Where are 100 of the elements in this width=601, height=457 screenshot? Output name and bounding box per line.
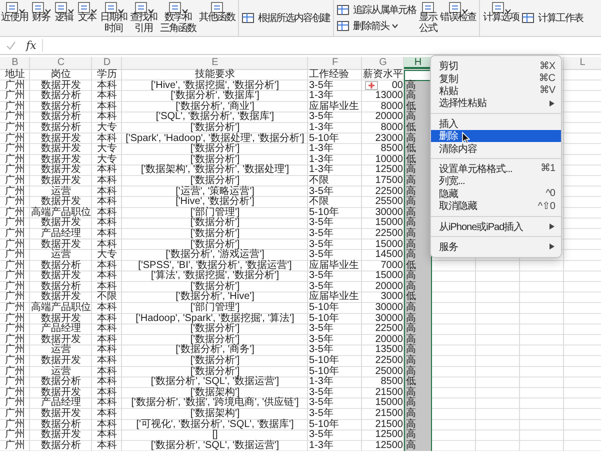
menu-item[interactable]: 剪切 ⌘X [431,60,561,72]
table-cell-text: 数据开发 [40,134,82,144]
table-cell-text: 本科 [96,134,118,144]
column-header[interactable]: C [30,57,92,69]
table-cell-text: 广州 [4,144,26,154]
column-header[interactable]: G [362,57,404,69]
column-header[interactable]: B [0,57,30,69]
ribbon-button[interactable]: 查找和引用 [129,0,158,36]
table-cell-text: ['数据分析', 'SQL', '数据运营'] [150,377,280,388]
table-icon [522,12,535,24]
table-cell-text: ['数据架构', '数据分析', '数据处理'] [140,165,290,176]
menu-item[interactable]: 取消隐藏 ^⇧0 [431,200,561,212]
table-cell-text: 数据分析 [40,282,82,292]
table-cell-text: 广州 [4,388,26,398]
table-cell: 低 [404,377,432,388]
ribbon-button[interactable]: 根据所选内容创建 [241,12,331,24]
table-cell-text: 1-3年 [308,122,334,133]
table-cell: 高 [404,91,432,102]
ribbon-button[interactable]: 数学和三角函数 [159,0,197,36]
table-cell-text: ['数据分析', '数据库'] [170,91,260,102]
table-cell-text: ['数据分析'] [189,218,241,228]
ribbon-button[interactable]: 删除箭头 [336,20,417,32]
table-cell-text: 本科 [96,324,118,334]
ribbon-button[interactable]: 计算工作表 [521,12,584,24]
table-cell: 12500 [374,440,404,452]
column-header[interactable]: H [404,57,432,69]
table-cell-text: 数据开发 [40,388,82,398]
table-icon [242,12,255,24]
table-cell-text: ['Spark', 'Hadoop', '数据处理', '数据分析'] [124,134,306,144]
table-cell-text: 广州 [4,122,26,133]
table-cell-text: 数据开发 [40,409,82,419]
table-cell-text: 本科 [96,366,118,377]
table-cell: 高 [404,303,432,314]
table-cell-text: ['数据分析', 'SQL', '数据运营'] [150,440,280,452]
ribbon-button[interactable]: 计算选项 [482,0,520,36]
table-icon [337,4,350,16]
table-cell-text: 5-10年 [308,420,340,430]
table-cell-text: ['数据分析', '数据', '跨境电商', '供应链'] [130,398,300,408]
table-cell-text: ['数据分析'] [189,154,241,165]
ribbon-button[interactable]: 错误检查 [439,0,477,36]
column-header[interactable]: F [308,57,362,69]
column-title: 技能要求 [194,70,236,80]
table-cell-text: 数据分析 [40,102,82,112]
table-cell: 高 [404,250,432,261]
ribbon-button[interactable]: 近使用 [0,0,29,36]
ribbon-button[interactable]: 逻辑 [53,0,75,36]
table-cell-text: ['数据分析', '商务'] [174,345,256,356]
table-cell-text: 1-3年 [308,154,334,165]
table-cell: 15000 [374,271,404,282]
menu-item[interactable]: 选择性粘贴 [431,97,561,110]
table-cell-text: 本科 [96,271,118,282]
column-header[interactable]: L [564,57,601,69]
menu-item[interactable]: 删除 [431,130,561,142]
ribbon-button[interactable]: 文本 [76,0,98,36]
menu-item[interactable]: 设置单元格格式... ⌘1 [431,162,561,176]
ribbon-button[interactable]: 财务 [30,0,52,36]
table-cell-text: 本科 [96,356,118,366]
table-cell: 12500 [374,165,404,176]
table-cell-text: ['数据分析'] [190,366,240,377]
table-cell-text: 本科 [96,377,118,388]
table-cell-text: 5-10年 [308,314,340,324]
table-cell-text: 大专 [96,250,118,260]
table-cell-text: 本科 [96,345,118,356]
table-cell-text: 5-10年 [308,366,340,377]
table-cell-text: 运营 [51,186,71,197]
table-cell: 高 [404,218,432,229]
ribbon-button[interactable]: 追踪从属单元格 [336,4,417,16]
ribbon-button[interactable]: 日期和时间 [99,0,128,36]
menu-item[interactable]: 从iPhone或iPad插入 [431,220,561,233]
column-header[interactable]: D [92,57,122,69]
table-cell-text: 广州 [4,165,26,176]
table-cell-text: 广州 [4,282,26,292]
menu-item[interactable]: 插入 [431,118,561,130]
insert-function-button[interactable]: fx [26,39,44,52]
table-cell-text: 13500 [374,345,404,356]
ribbon-button[interactable]: 显示公式 [418,0,438,36]
table-cell-text: 广州 [4,420,26,430]
table-cell-text: 3-5年 [308,271,334,282]
menu-item[interactable]: 清除内容 [431,142,561,155]
menu-item[interactable]: 复制 ⌘C [431,72,561,85]
table-cell-text: 大专 [96,144,118,154]
table-cell-text: 广州 [4,260,26,271]
table-cell-text: 广州 [4,112,26,122]
menu-item[interactable]: 列宽... [431,175,561,188]
column-header[interactable]: E [122,57,308,69]
table-cell-text: 数据开发 [40,430,82,440]
table-cell-text: ['数据分析'] [189,122,240,133]
ribbon-button[interactable]: 其他函数 [198,0,236,36]
table-cell-text: ['数据分析'] [190,324,241,334]
table-cell-text: [] [211,430,219,441]
menu-item[interactable]: 服务 [431,240,561,254]
paste-options-icon[interactable] [365,81,378,90]
table-cell-text: 本科 [96,314,118,324]
table-cell-text: 5-10年 [308,303,340,314]
selected-cell[interactable] [404,70,432,81]
table-cell-text: 数据分析 [40,420,82,430]
menu-item[interactable]: 隐藏 ^0 [431,188,561,200]
table-cell: 高 [404,398,432,409]
menu-item[interactable]: 粘贴 ⌘V [431,84,561,98]
table-cell: 30000 [374,303,404,314]
